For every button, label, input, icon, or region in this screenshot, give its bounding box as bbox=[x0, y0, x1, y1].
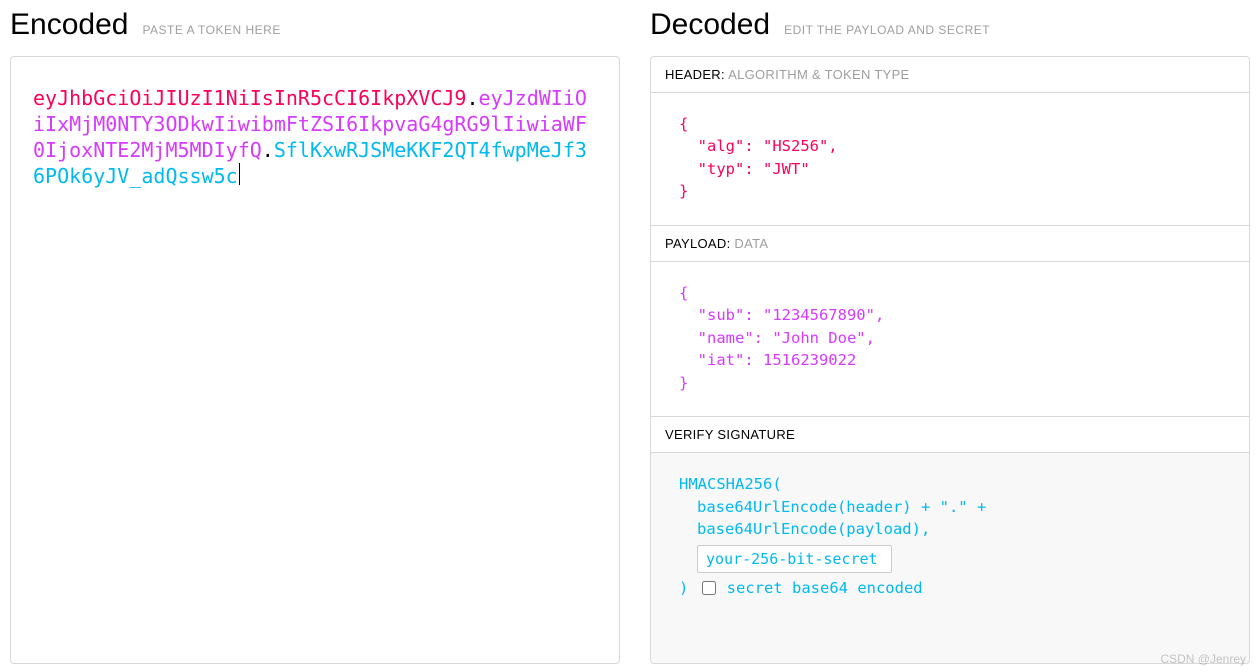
token-header-segment: eyJhbGciOiJIUzI1NiIsInR5cCI6IkpXVCJ9 bbox=[33, 86, 466, 110]
header-section-label: HEADER: ALGORITHM & TOKEN TYPE bbox=[651, 57, 1249, 93]
signature-block: HMACSHA256(base64UrlEncode(header) + "."… bbox=[651, 453, 1249, 663]
sig-close-row: ) secret base64 encoded bbox=[679, 577, 1229, 600]
payload-sublabel: DATA bbox=[734, 236, 768, 251]
sig-algo-line: HMACSHA256( bbox=[679, 473, 1229, 495]
header-sublabel: ALGORITHM & TOKEN TYPE bbox=[728, 67, 909, 82]
decoded-title: Decoded bbox=[650, 8, 770, 42]
decoded-title-row: Decoded EDIT THE PAYLOAD AND SECRET bbox=[650, 8, 1250, 56]
sig-secret-row bbox=[679, 541, 1229, 577]
signature-label: VERIFY SIGNATURE bbox=[665, 427, 795, 442]
decoded-column: Decoded EDIT THE PAYLOAD AND SECRET HEAD… bbox=[650, 8, 1250, 664]
payload-section-label: PAYLOAD: DATA bbox=[651, 226, 1249, 262]
sig-close-paren: ) bbox=[679, 579, 698, 597]
header-label: HEADER: bbox=[665, 67, 725, 82]
token-dot: . bbox=[262, 138, 274, 162]
secret-input[interactable] bbox=[697, 545, 892, 573]
text-cursor bbox=[239, 163, 240, 185]
sig-line-2: base64UrlEncode(payload), bbox=[679, 518, 1229, 540]
encoded-hint: PASTE A TOKEN HERE bbox=[142, 23, 280, 37]
watermark: CSDN @Jenrey bbox=[1160, 652, 1246, 666]
page-root: Encoded PASTE A TOKEN HERE eyJhbGciOiJIU… bbox=[0, 0, 1260, 672]
encoded-token-input[interactable]: eyJhbGciOiJIUzI1NiIsInR5cCI6IkpXVCJ9.eyJ… bbox=[10, 56, 620, 664]
payload-label: PAYLOAD: bbox=[665, 236, 731, 251]
encoded-column: Encoded PASTE A TOKEN HERE eyJhbGciOiJIU… bbox=[10, 8, 620, 664]
base64-checkbox-row: secret base64 encoded bbox=[698, 577, 923, 599]
sig-line-1: base64UrlEncode(header) + "." + bbox=[679, 496, 1229, 518]
token-dot: . bbox=[466, 86, 478, 110]
header-json-editor[interactable]: { "alg": "HS256", "typ": "JWT" } bbox=[651, 93, 1249, 226]
base64-checkbox-label: secret base64 encoded bbox=[727, 577, 923, 599]
payload-json-editor[interactable]: { "sub": "1234567890", "name": "John Doe… bbox=[651, 262, 1249, 417]
encoded-title-row: Encoded PASTE A TOKEN HERE bbox=[10, 8, 620, 56]
base64-checkbox[interactable] bbox=[702, 581, 716, 595]
encoded-title: Encoded bbox=[10, 8, 128, 42]
decoded-panel: HEADER: ALGORITHM & TOKEN TYPE { "alg": … bbox=[650, 56, 1250, 664]
decoded-hint: EDIT THE PAYLOAD AND SECRET bbox=[784, 23, 990, 37]
signature-section-label: VERIFY SIGNATURE bbox=[651, 417, 1249, 453]
